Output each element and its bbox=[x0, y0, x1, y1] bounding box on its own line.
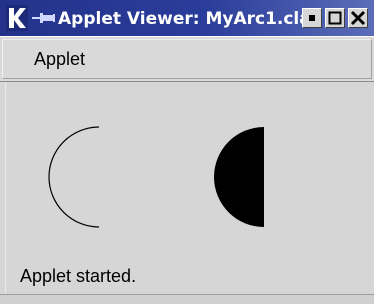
kde-k-logo-icon[interactable] bbox=[6, 5, 28, 31]
sticky-pin-icon[interactable] bbox=[32, 11, 56, 25]
status-text: Applet started. bbox=[20, 266, 137, 286]
applet-canvas bbox=[8, 84, 370, 252]
applet-viewer-window: Applet Viewer: MyArc1.class Applet App bbox=[0, 0, 374, 304]
filled-half-circle bbox=[214, 127, 264, 227]
close-icon bbox=[350, 10, 366, 26]
maximize-icon bbox=[328, 11, 342, 25]
window-bottom-edge[interactable] bbox=[0, 294, 374, 304]
status-bar: Applet started. bbox=[0, 258, 374, 292]
open-arc bbox=[48, 126, 100, 228]
close-button[interactable] bbox=[348, 8, 368, 28]
iconify-icon bbox=[309, 15, 315, 21]
iconify-button[interactable] bbox=[302, 8, 322, 28]
applet-drawing bbox=[48, 126, 264, 228]
menu-bar: Applet bbox=[0, 36, 374, 82]
window-title: Applet Viewer: MyArc1.class bbox=[58, 9, 303, 29]
menu-item-applet[interactable]: Applet bbox=[34, 48, 85, 70]
title-bar[interactable]: Applet Viewer: MyArc1.class bbox=[0, 0, 374, 36]
maximize-button[interactable] bbox=[325, 8, 345, 28]
